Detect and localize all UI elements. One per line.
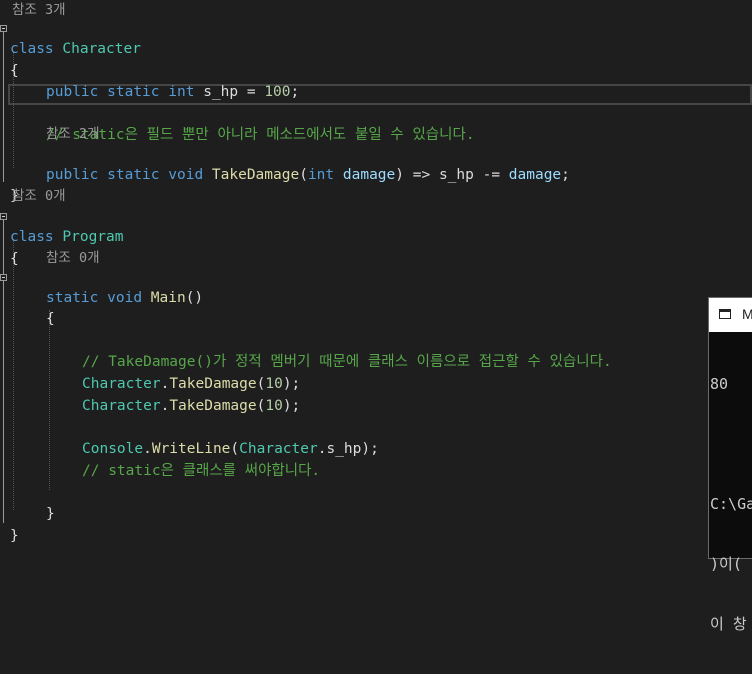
- codelens-reference-count[interactable]: 참조 0개: [46, 248, 100, 269]
- keyword: public: [46, 167, 99, 183]
- field-name: s_hp: [438, 167, 474, 183]
- keyword: void: [168, 167, 204, 183]
- keyword: int: [307, 167, 335, 183]
- console-line: )이(: [710, 555, 742, 573]
- code-line[interactable]: class Character: [0, 18, 141, 57]
- code-line[interactable]: // static은 필드 뿐만 아니라 메소드에서도 붙일 수 있습니다.: [0, 104, 475, 143]
- code-line[interactable]: Character.TakeDamage(10);: [0, 375, 300, 414]
- code-line[interactable]: {: [0, 288, 55, 327]
- code-line[interactable]: }: [0, 483, 55, 522]
- comment: // static은 클래스를 써야합니다.: [82, 463, 321, 479]
- code-line[interactable]: public static void TakeDamage(int damage…: [0, 144, 570, 183]
- parameter-name: damage: [342, 167, 396, 183]
- comment: // TakeDamage()가 정적 멤버기 때문에 클래스 이름으로 접근할…: [82, 354, 612, 370]
- brace: }: [10, 528, 19, 544]
- console-line: 이 창: [710, 615, 747, 633]
- code-line[interactable]: Character.TakeDamage(10);: [0, 353, 300, 392]
- code-line[interactable]: }: [0, 165, 19, 204]
- method-name: WriteLine: [151, 441, 231, 457]
- keyword: static: [107, 167, 160, 183]
- code-line[interactable]: // static은 클래스를 써야합니다.: [0, 440, 320, 479]
- code-line[interactable]: {: [0, 228, 19, 267]
- method-name: TakeDamage: [169, 376, 257, 392]
- code-line[interactable]: {: [0, 40, 19, 79]
- keyword: void: [107, 290, 143, 306]
- console-line: ​: [710, 434, 752, 454]
- keyword: static: [46, 290, 99, 306]
- code-line[interactable]: }: [0, 505, 19, 544]
- field-name: s_hp: [203, 84, 239, 100]
- console-line: C:\Ga: [710, 495, 752, 513]
- method-name: Main: [150, 290, 186, 306]
- keyword: public: [46, 84, 99, 100]
- code-line[interactable]: class Program: [0, 206, 124, 245]
- console-title: M: [742, 306, 752, 322]
- brace: }: [46, 506, 55, 522]
- keyword: static: [107, 84, 160, 100]
- comment: // static은 필드 뿐만 아니라 메소드에서도 붙일 수 있습니다.: [46, 127, 475, 143]
- brace: {: [46, 311, 55, 327]
- codelens-reference-count[interactable]: 참조 3개: [12, 0, 66, 21]
- code-line[interactable]: static void Main(): [0, 267, 203, 306]
- console-app-icon: [719, 309, 731, 319]
- number-literal: 10: [265, 398, 283, 414]
- class-name: Console: [82, 441, 144, 457]
- class-name: Character: [82, 398, 161, 414]
- console-window[interactable]: M 80 ​ C:\Ga )이( 이 창: [708, 297, 752, 633]
- method-name: TakeDamage: [211, 167, 300, 183]
- console-line: 80: [710, 375, 729, 393]
- parameter-name: damage: [508, 167, 562, 183]
- method-name: TakeDamage: [169, 398, 257, 414]
- code-line[interactable]: Console.WriteLine(Character.s_hp);: [0, 418, 379, 457]
- console-output: 80 ​ C:\Ga )이( 이 창: [710, 334, 752, 674]
- field-name: s_hp: [326, 441, 362, 457]
- class-name: Character: [239, 441, 318, 457]
- console-title-bar[interactable]: M: [709, 298, 752, 332]
- keyword: int: [168, 84, 195, 100]
- class-name: Character: [62, 41, 141, 57]
- codelens-reference-count[interactable]: 참조 2개: [46, 124, 100, 145]
- class-name: Program: [62, 229, 124, 245]
- number-literal: 10: [265, 376, 283, 392]
- indent-guide: [49, 310, 50, 490]
- class-name: Character: [82, 376, 161, 392]
- code-line[interactable]: // TakeDamage()가 정적 멤버기 때문에 클래스 이름으로 접근할…: [0, 331, 612, 370]
- number-literal: 100: [264, 84, 291, 100]
- codelens-reference-count[interactable]: 참조 0개: [12, 186, 66, 207]
- code-line[interactable]: public static int s_hp = 100;: [0, 61, 299, 100]
